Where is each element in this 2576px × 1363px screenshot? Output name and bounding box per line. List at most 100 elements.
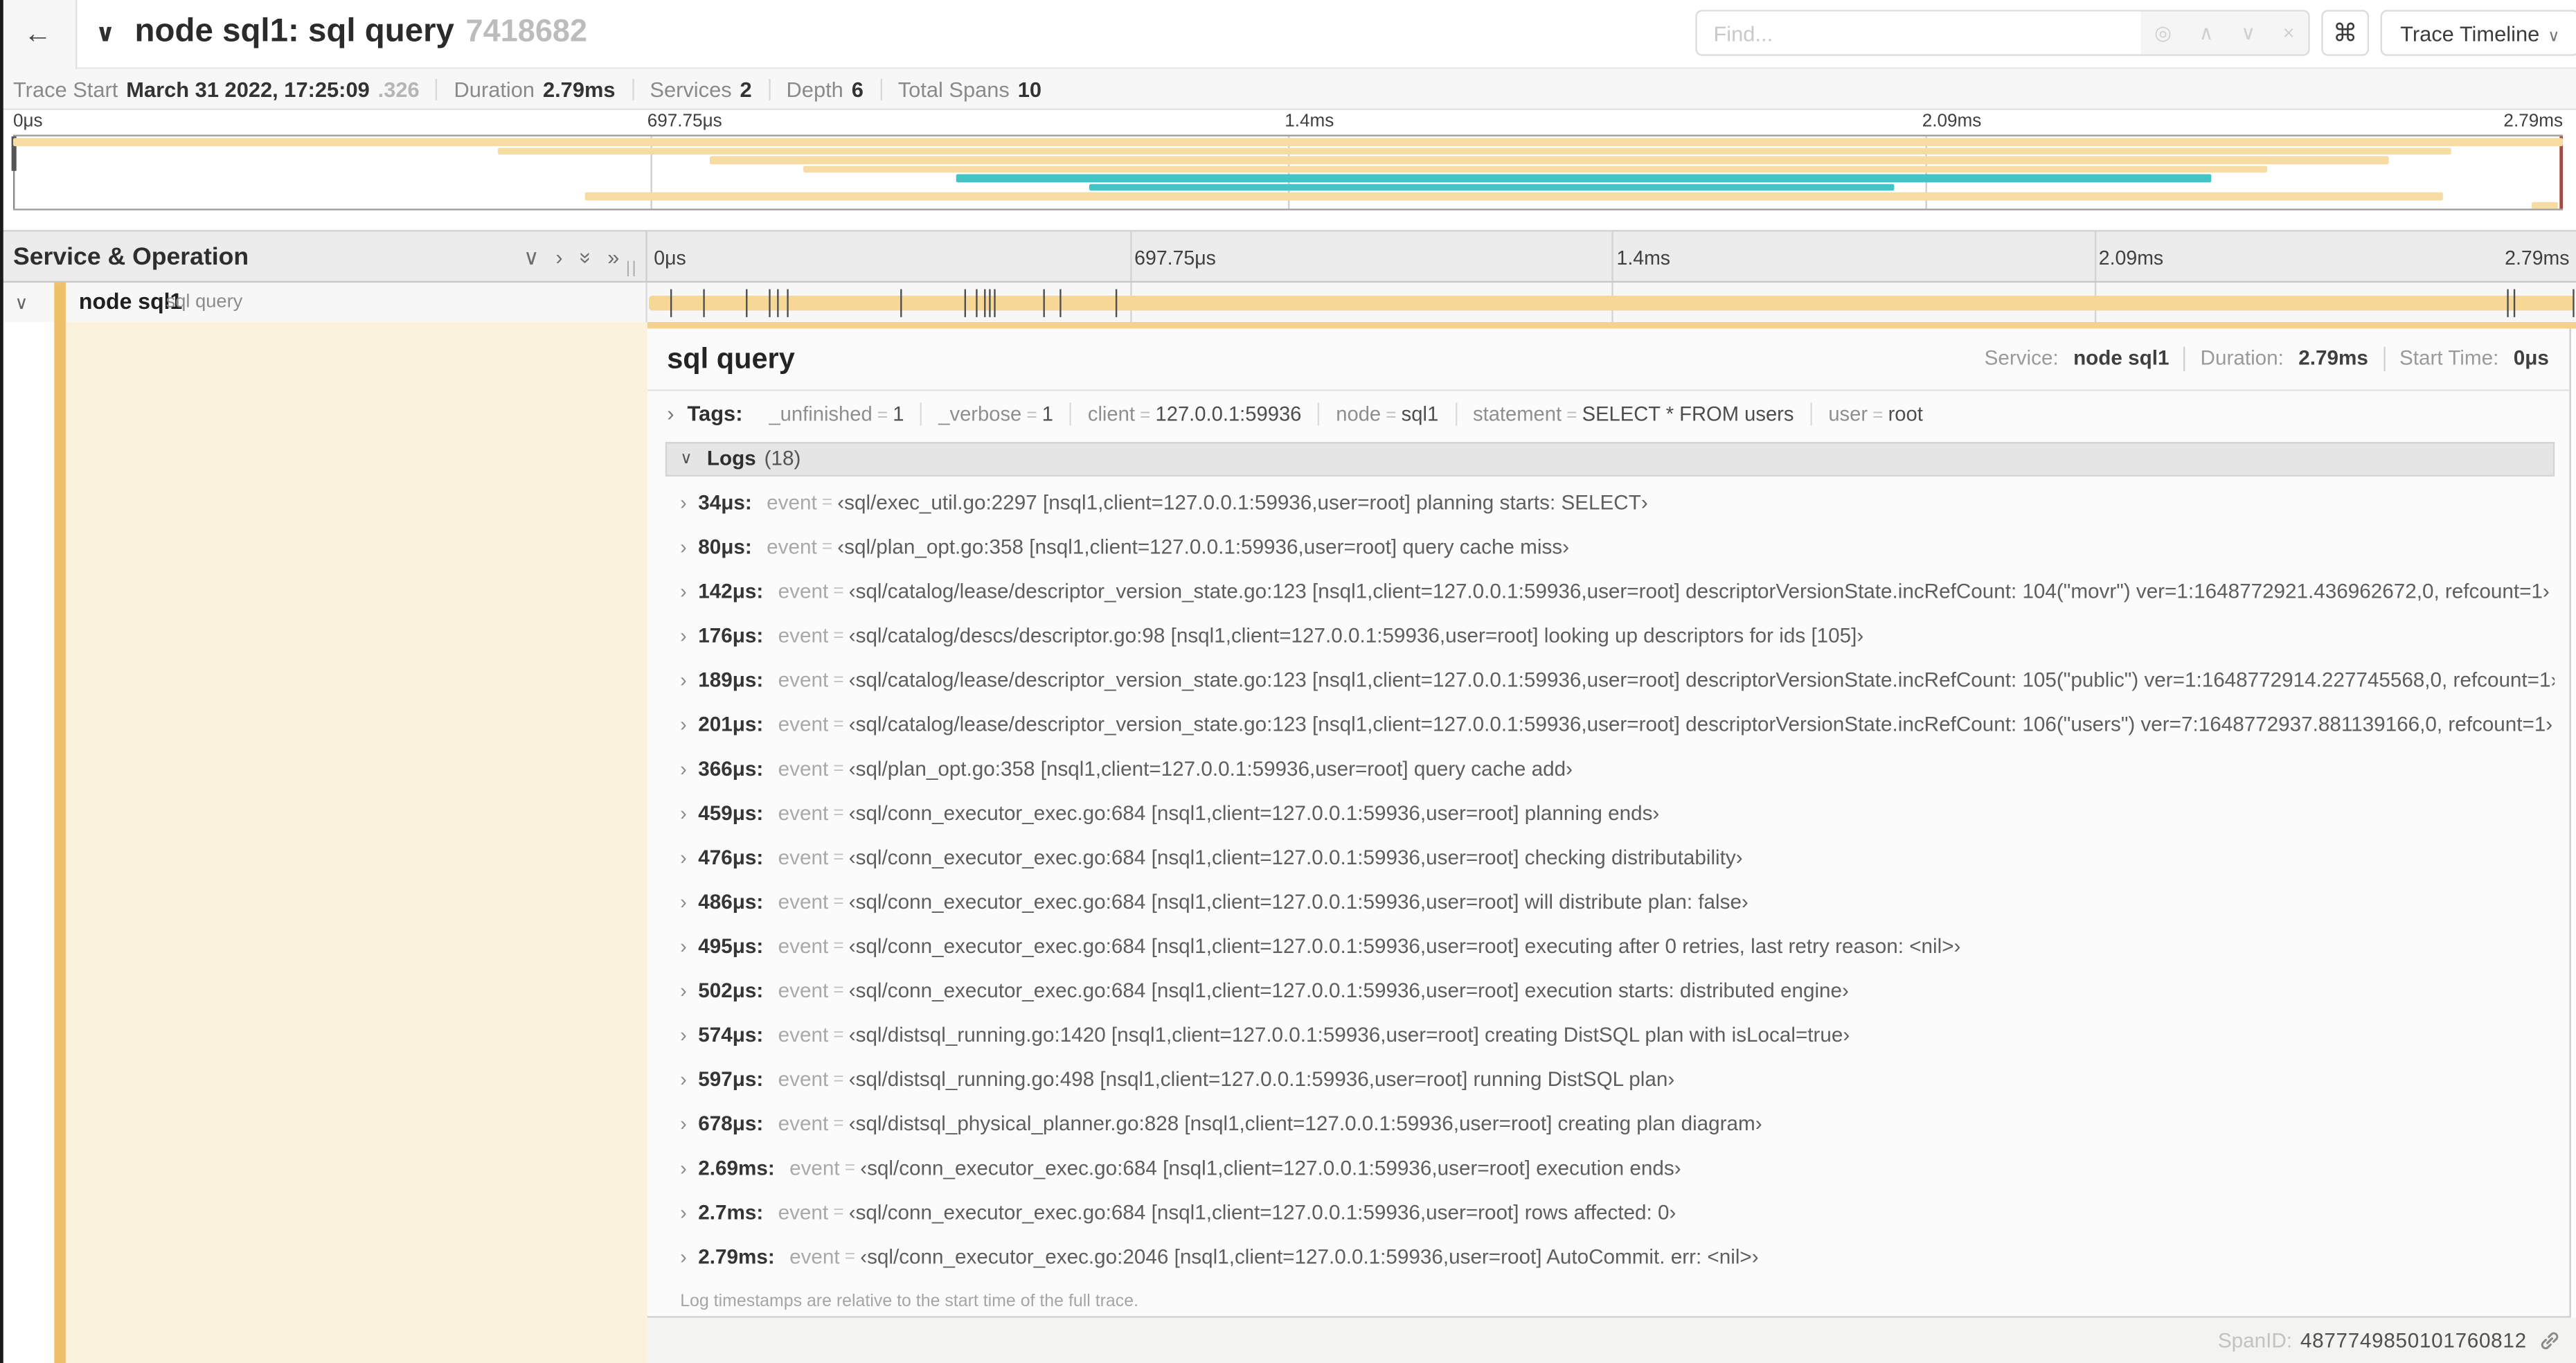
log-chevron-right-icon[interactable]: › bbox=[680, 802, 686, 825]
equals-sign: = bbox=[833, 936, 844, 956]
log-chevron-right-icon[interactable]: › bbox=[680, 1201, 686, 1224]
log-chevron-right-icon[interactable]: › bbox=[680, 1068, 686, 1091]
log-row[interactable]: › 459μs: event = ‹sql/conn_executor_exec.go:… bbox=[665, 791, 2554, 835]
log-event-marker[interactable] bbox=[1044, 288, 1046, 317]
log-row[interactable]: › 2.7ms: event = ‹sql/conn_executor_exec.go:… bbox=[665, 1191, 2554, 1235]
log-row[interactable]: › 142μs: event = ‹sql/catalog/lease/descript… bbox=[665, 569, 2554, 614]
log-row[interactable]: › 201μs: event = ‹sql/catalog/lease/descript… bbox=[665, 702, 2554, 747]
log-event-marker[interactable] bbox=[900, 288, 902, 317]
log-event-marker[interactable] bbox=[745, 288, 747, 317]
log-row[interactable]: › 597μs: event = ‹sql/distsql_running.go:498… bbox=[665, 1058, 2554, 1102]
tag-item[interactable]: client = 127.0.0.1:59936 bbox=[1069, 402, 1318, 425]
trace-view-select[interactable]: Trace Timeline ∨ bbox=[2380, 10, 2576, 56]
tag-item[interactable]: statement = SELECT * FROM users bbox=[1454, 402, 1810, 425]
expand-one-chevron-right-icon[interactable]: › bbox=[555, 244, 562, 271]
trace-header-chevron-down-icon[interactable]: ∨ bbox=[96, 18, 116, 47]
log-chevron-right-icon[interactable]: › bbox=[680, 935, 686, 958]
log-field-value: ‹sql/conn_executor_exec.go:684 [nsql1,cl… bbox=[848, 846, 1743, 870]
duration-value: 2.79ms bbox=[2298, 346, 2368, 370]
start-time-value: 0μs bbox=[2513, 346, 2549, 370]
expand-all-double-chevron-right-icon[interactable]: » bbox=[607, 244, 619, 271]
back-button[interactable]: ← bbox=[0, 0, 78, 69]
next-match-chevron-down-icon[interactable]: ∨ bbox=[2241, 21, 2255, 44]
collapse-all-double-chevron-down-icon[interactable]: » bbox=[572, 252, 598, 264]
log-row[interactable]: › 80μs: event = ‹sql/plan_opt.go:358 [nsql1,… bbox=[665, 525, 2554, 569]
keyboard-shortcuts-button[interactable]: ⌘ bbox=[2321, 10, 2370, 56]
trace-minimap[interactable]: 0μs 697.75μs 1.4ms 2.09ms 2.79ms bbox=[0, 109, 2576, 231]
clear-find-icon[interactable]: × bbox=[2283, 21, 2295, 44]
span-duration-bar[interactable] bbox=[649, 294, 2575, 311]
log-row[interactable]: › 366μs: event = ‹sql/plan_opt.go:358 [nsql1… bbox=[665, 747, 2554, 791]
minimap-graph[interactable] bbox=[11, 134, 2564, 211]
span-row[interactable]: ∨ node sql1 sql query bbox=[0, 283, 2576, 322]
logs-chevron-down-icon: ∨ bbox=[680, 449, 692, 467]
tag-item[interactable]: _verbose = 1 bbox=[920, 402, 1070, 425]
log-row[interactable]: › 495μs: event = ‹sql/conn_executor_exec.go:… bbox=[665, 925, 2554, 969]
log-row[interactable]: › 2.79ms: event = ‹sql/conn_executor_exec.go… bbox=[665, 1235, 2554, 1279]
log-chevron-right-icon[interactable]: › bbox=[680, 758, 686, 781]
log-event-marker[interactable] bbox=[994, 288, 996, 317]
log-event-marker[interactable] bbox=[670, 288, 673, 317]
log-row[interactable]: › 502μs: event = ‹sql/conn_executor_exec.go:… bbox=[665, 969, 2554, 1013]
minimap-right-scrubber[interactable] bbox=[2559, 136, 2564, 209]
log-chevron-right-icon[interactable]: › bbox=[680, 1245, 686, 1268]
log-chevron-right-icon[interactable]: › bbox=[680, 491, 686, 514]
tag-item[interactable]: user = root bbox=[1810, 402, 1939, 425]
collapse-one-chevron-down-icon[interactable]: ∨ bbox=[524, 244, 539, 271]
log-chevron-right-icon[interactable]: › bbox=[680, 979, 686, 1002]
log-row[interactable]: › 2.69ms: event = ‹sql/conn_executor_exec.go… bbox=[665, 1146, 2554, 1191]
log-field-value: ‹sql/conn_executor_exec.go:684 [nsql1,cl… bbox=[848, 890, 1748, 914]
log-row[interactable]: › 678μs: event = ‹sql/distsql_physical_plann… bbox=[665, 1102, 2554, 1146]
log-event-marker[interactable] bbox=[2572, 288, 2574, 317]
tag-item[interactable]: node = sql1 bbox=[1318, 402, 1455, 425]
logs-accordion-header[interactable]: ∨ Logs (18) bbox=[665, 441, 2554, 476]
find-input[interactable] bbox=[1697, 11, 2141, 55]
minimap-span-bar bbox=[12, 138, 2564, 146]
log-chevron-right-icon[interactable]: › bbox=[680, 1112, 686, 1135]
prev-match-chevron-up-icon[interactable]: ∧ bbox=[2199, 21, 2214, 44]
log-row[interactable]: › 486μs: event = ‹sql/conn_executor_exec.go:… bbox=[665, 880, 2554, 924]
log-row[interactable]: › 189μs: event = ‹sql/catalog/lease/descript… bbox=[665, 658, 2554, 702]
log-chevron-right-icon[interactable]: › bbox=[680, 713, 686, 736]
log-chevron-right-icon[interactable]: › bbox=[680, 1157, 686, 1179]
log-event-marker[interactable] bbox=[1059, 288, 1062, 317]
log-row[interactable]: › 574μs: event = ‹sql/distsql_running.go:142… bbox=[665, 1013, 2554, 1058]
span-operation-title: sql query bbox=[667, 341, 795, 374]
deep-link-icon[interactable] bbox=[2538, 1329, 2561, 1352]
span-row-timeline[interactable] bbox=[647, 283, 2576, 322]
tags-accordion[interactable]: › Tags: _unfinished = 1 _verbose = 1 client = 12… bbox=[647, 390, 2569, 436]
log-event-marker[interactable] bbox=[976, 288, 978, 317]
log-row[interactable]: › 34μs: event = ‹sql/exec_util.go:2297 [nsql… bbox=[665, 481, 2554, 525]
log-event-marker[interactable] bbox=[778, 288, 780, 317]
log-chevron-right-icon[interactable]: › bbox=[680, 846, 686, 869]
log-event-marker[interactable] bbox=[702, 288, 705, 317]
tag-key: _unfinished bbox=[769, 402, 873, 425]
minimap-left-scrubber[interactable] bbox=[11, 136, 17, 209]
log-field-value: ‹sql/conn_executor_exec.go:684 [nsql1,cl… bbox=[848, 1201, 1676, 1224]
log-chevron-right-icon[interactable]: › bbox=[680, 891, 686, 914]
log-event-marker[interactable] bbox=[989, 288, 992, 317]
log-event-marker[interactable] bbox=[1116, 288, 1118, 317]
log-event-marker[interactable] bbox=[2507, 288, 2509, 317]
equals-sign: = bbox=[833, 1202, 844, 1223]
log-event-marker[interactable] bbox=[786, 288, 788, 317]
log-row[interactable]: › 176μs: event = ‹sql/catalog/descs/descript… bbox=[665, 614, 2554, 658]
tag-item[interactable]: _unfinished = 1 bbox=[753, 402, 920, 425]
log-chevron-right-icon[interactable]: › bbox=[680, 625, 686, 648]
log-chevron-right-icon[interactable]: › bbox=[680, 669, 686, 692]
span-collapse-chevron-down-icon[interactable]: ∨ bbox=[15, 292, 28, 314]
log-event-marker[interactable] bbox=[964, 288, 967, 317]
log-event-marker[interactable] bbox=[2514, 288, 2516, 317]
depth-label: Depth bbox=[786, 76, 843, 101]
span-row-name-column[interactable]: ∨ node sql1 sql query bbox=[0, 283, 647, 322]
log-row[interactable]: › 476μs: event = ‹sql/conn_executor_exec.go:… bbox=[665, 835, 2554, 880]
log-chevron-right-icon[interactable]: › bbox=[680, 580, 686, 603]
log-event-marker[interactable] bbox=[983, 288, 985, 317]
timeline-tick-labels: 0μs 697.75μs 1.4ms 2.09ms 2.79ms bbox=[647, 231, 2576, 281]
log-chevron-right-icon[interactable]: › bbox=[680, 1024, 686, 1046]
span-detail-header[interactable]: sql query Service: node sql1 Duration: 2.7… bbox=[647, 328, 2569, 391]
locate-icon[interactable]: ◎ bbox=[2154, 21, 2172, 44]
column-resize-handle[interactable]: || bbox=[626, 260, 638, 278]
log-event-marker[interactable] bbox=[769, 288, 771, 317]
log-chevron-right-icon[interactable]: › bbox=[680, 535, 686, 558]
